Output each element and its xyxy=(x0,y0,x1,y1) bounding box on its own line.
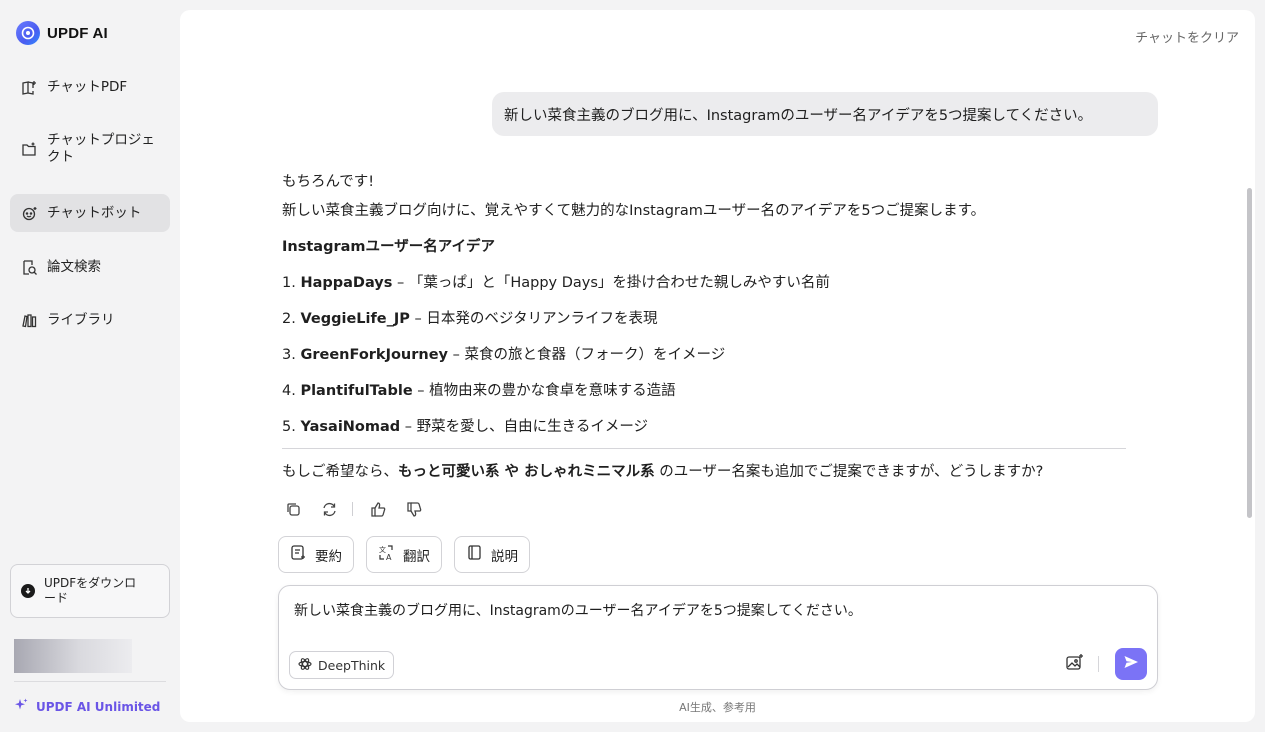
answer-intro: 新しい菜食主義ブログ向けに、覚えやすくて魅力的なInstagramユーザー名のア… xyxy=(282,203,986,219)
sidebar-item-label: チャットプロジェクト xyxy=(47,132,155,165)
app-window: UPDF AI チャットPDF チャットプロジェクト チャットボット 論文検索 … xyxy=(0,0,1265,732)
translate-button[interactable]: 文 A 翻訳 xyxy=(366,536,442,573)
closing-emphasis: や xyxy=(499,464,525,480)
paper-search-icon xyxy=(20,258,38,276)
list-item-desc: – 「葉っぱ」と「Happy Days」を掛け合わせた親しみやすい名前 xyxy=(392,275,830,291)
list-item-number: 5. xyxy=(282,419,296,435)
composer-divider xyxy=(1098,656,1099,672)
regenerate-icon[interactable] xyxy=(318,498,340,520)
quick-actions: 要約 文 A 翻訳 説明 xyxy=(278,536,530,573)
deepthink-label: DeepThink xyxy=(318,657,386,673)
sidebar: UPDF AI チャットPDF チャットプロジェクト チャットボット 論文検索 … xyxy=(0,0,180,732)
list-item-number: 1. xyxy=(282,275,296,291)
closing-emphasis: もっと可愛い系 xyxy=(398,464,500,480)
message-input[interactable] xyxy=(294,602,1134,618)
svg-text:A: A xyxy=(386,553,392,561)
download-updf-button[interactable]: UPDFをダウンロード xyxy=(10,564,170,618)
sidebar-item-paper-search[interactable]: 論文検索 xyxy=(10,248,170,286)
list-item-desc: – 菜食の旅と食器（フォーク）をイメージ xyxy=(448,347,726,363)
clear-chat-button[interactable]: チャットをクリア xyxy=(1135,27,1239,46)
list-item-desc: – 日本発のベジタリアンライフを表現 xyxy=(409,311,658,327)
user-message-bubble: 新しい菜食主義のブログ用に、Instagramのユーザー名アイデアを5つ提案して… xyxy=(492,92,1158,136)
image-upload-icon[interactable] xyxy=(1063,651,1085,673)
sidebar-item-label: ライブラリ xyxy=(47,311,115,328)
closing-emphasis: ミニマル系 xyxy=(582,464,655,480)
download-icon xyxy=(21,584,35,598)
book-open-icon xyxy=(20,78,38,96)
chat-scrollbar[interactable] xyxy=(1247,188,1252,518)
deepthink-toggle[interactable]: DeepThink xyxy=(289,651,395,679)
thumbs-down-icon[interactable] xyxy=(403,498,425,520)
list-item: 5. YasaiNomad – 野菜を愛し、自由に生きるイメージ xyxy=(282,415,648,436)
list-item: 1. HappaDays – 「葉っぱ」と「Happy Days」を掛け合わせた… xyxy=(282,271,830,292)
list-item: 4. PlantifulTable – 植物由来の豊かな食卓を意味する造語 xyxy=(282,379,676,400)
message-composer: DeepThink xyxy=(278,585,1158,690)
chat-panel: チャットをクリア 新しい菜食主義のブログ用に、Instagramのユーザー名アイ… xyxy=(180,10,1255,722)
folder-icon xyxy=(20,140,38,158)
answer-heading: Instagramユーザー名アイデア xyxy=(282,235,495,256)
explain-label: 説明 xyxy=(491,548,518,565)
closing-text: もしご希望なら、 xyxy=(282,464,398,480)
sidebar-item-label: チャットボット xyxy=(47,204,142,221)
updf-logo-icon xyxy=(16,21,40,45)
send-button[interactable] xyxy=(1115,648,1147,680)
list-item-number: 4. xyxy=(282,383,296,399)
copy-icon[interactable] xyxy=(282,498,304,520)
list-item-name: VeggieLife_JP xyxy=(300,311,410,327)
sparkle-icon xyxy=(14,698,28,715)
thumbs-up-icon[interactable] xyxy=(367,498,389,520)
list-item-number: 3. xyxy=(282,347,296,363)
list-item-name: YasaiNomad xyxy=(300,419,401,435)
list-item-desc: – 野菜を愛し、自由に生きるイメージ xyxy=(400,419,649,435)
closing-emphasis: おしゃれ xyxy=(524,464,583,480)
sidebar-divider xyxy=(14,681,166,682)
list-item-name: PlantifulTable xyxy=(300,383,413,399)
summarize-button[interactable]: 要約 xyxy=(278,536,354,573)
plan-label: UPDF AI Unlimited xyxy=(36,699,161,714)
sidebar-item-chatbot[interactable]: チャットボット xyxy=(10,194,170,232)
library-icon xyxy=(20,311,38,329)
sidebar-item-library[interactable]: ライブラリ xyxy=(10,301,170,339)
translate-label: 翻訳 xyxy=(403,548,430,565)
list-item: 2. VeggieLife_JP – 日本発のベジタリアンライフを表現 xyxy=(282,307,658,328)
explain-button[interactable]: 説明 xyxy=(454,536,530,573)
svg-text:文: 文 xyxy=(379,545,386,554)
ai-disclaimer: AI生成、参考用 xyxy=(679,701,756,714)
answer-heading-text: Instagramユーザー名アイデア xyxy=(282,239,495,255)
user-message-text: 新しい菜食主義のブログ用に、Instagramのユーザー名アイデアを5つ提案して… xyxy=(504,107,1093,124)
list-item: 3. GreenForkJourney – 菜食の旅と食器（フォーク）をイメージ xyxy=(282,343,725,364)
summarize-label: 要約 xyxy=(315,548,342,565)
list-item-desc: – 植物由来の豊かな食卓を意味する造語 xyxy=(412,383,676,399)
plan-badge[interactable]: UPDF AI Unlimited xyxy=(14,698,160,715)
sidebar-item-chat-pdf[interactable]: チャットPDF xyxy=(10,68,170,106)
closing-text: のユーザー名案も追加でご提案できますが、どうしますか? xyxy=(654,464,1044,480)
list-item-name: HappaDays xyxy=(300,275,393,291)
sidebar-item-chat-project[interactable]: チャットプロジェクト xyxy=(10,122,170,176)
translate-icon: 文 A xyxy=(378,544,395,565)
brand[interactable]: UPDF AI xyxy=(16,21,108,45)
atom-icon xyxy=(298,657,312,674)
answer-greeting: もちろんです! xyxy=(282,174,375,190)
explain-book-icon xyxy=(466,544,483,565)
actions-divider xyxy=(352,502,353,516)
brand-name: UPDF AI xyxy=(47,24,108,42)
bot-icon xyxy=(20,204,38,222)
send-icon xyxy=(1123,654,1139,674)
sidebar-item-label: 論文検索 xyxy=(47,258,101,275)
download-label: UPDFをダウンロード xyxy=(44,576,137,605)
sidebar-item-label: チャットPDF xyxy=(47,78,128,95)
answer-divider xyxy=(282,448,1126,449)
answer-closing: もしご希望なら、もっと可愛い系 や おしゃれミニマル系 のユーザー名案も追加でご… xyxy=(282,460,1043,481)
list-item-number: 2. xyxy=(282,311,296,327)
summarize-icon xyxy=(290,544,307,565)
message-actions xyxy=(282,498,439,520)
user-account-bar[interactable] xyxy=(14,639,132,673)
list-item-name: GreenForkJourney xyxy=(300,347,449,363)
